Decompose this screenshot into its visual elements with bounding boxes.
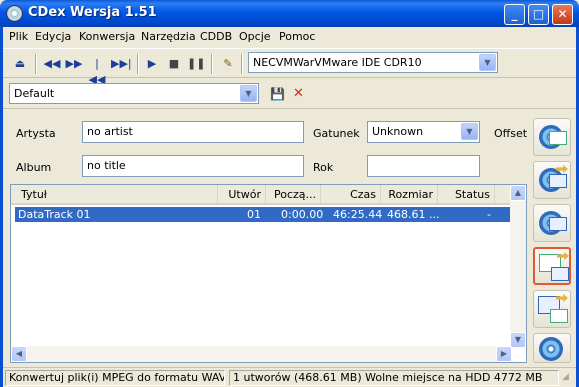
wave-icon (550, 309, 568, 323)
table-row[interactable]: DataTrack 01 01 0:00.00 46:25.44 468.61 … (15, 207, 511, 222)
drive-select-value: NECVMWarVMware IDE CDR10 (253, 56, 422, 69)
column-time[interactable]: Czas (321, 185, 381, 205)
column-start[interactable]: Począ... (266, 185, 321, 205)
scroll-left-icon[interactable]: ◀ (11, 346, 27, 362)
horizontal-scrollbar[interactable]: ◀ ▶ (11, 346, 512, 362)
menu-pomoc[interactable]: Pomoc (279, 30, 315, 43)
column-title[interactable]: Tytuł (11, 185, 218, 205)
previous-track-icon[interactable]: |◀◀ (87, 56, 107, 86)
track-list[interactable]: Tytuł Utwór Począ... Czas Rozmiar Status… (10, 184, 527, 363)
toolbar-separator (241, 54, 243, 74)
profile-select-value: Default (14, 87, 55, 100)
album-value: no title (87, 159, 126, 172)
chevron-down-icon[interactable]: ▼ (461, 123, 478, 140)
cd-app-icon (6, 5, 23, 22)
scroll-right-icon[interactable]: ▶ (496, 346, 512, 362)
window-title: CDex Wersja 1.51 (28, 5, 157, 20)
row-track: 01 (247, 208, 261, 221)
row-start: 0:00.00 (281, 208, 324, 221)
status-hint: Konwertuj plik(i) MPEG do formatu WAV (5, 370, 225, 386)
wave-icon (549, 174, 567, 188)
extract-tracks-to-compressed-icon[interactable] (533, 161, 571, 199)
record-analog-icon[interactable] (533, 333, 571, 363)
row-size: 468.61 ... (387, 208, 440, 221)
chevron-down-icon[interactable]: ▼ (479, 54, 496, 71)
year-field[interactable] (367, 155, 480, 177)
toolbar-separator (35, 54, 37, 74)
rewind-icon[interactable]: ◀◀ (43, 56, 61, 72)
delete-profile-icon[interactable]: ✕ (293, 86, 307, 102)
stop-icon[interactable]: ■ (165, 56, 183, 72)
extract-tracks-to-wav-icon[interactable] (533, 118, 571, 156)
artist-label: Artysta (16, 127, 56, 140)
drive-select[interactable]: NECVMWarVMware IDE CDR10 ▼ (248, 52, 498, 73)
menu-bar: Plik Edycja Konwersja Narzędzia CDDB Opc… (3, 27, 576, 47)
menu-plik[interactable]: Plik (9, 30, 28, 43)
row-time: 46:25.44 (333, 208, 383, 221)
play-icon[interactable]: ▶ (143, 56, 161, 72)
menu-konwersja[interactable]: Konwersja (79, 30, 135, 43)
column-size[interactable]: Rozmiar (381, 185, 438, 205)
wave-icon (551, 267, 569, 281)
track-list-header: Tytuł Utwór Począ... Czas Rozmiar Status (11, 185, 512, 205)
column-status[interactable]: Status (438, 185, 495, 205)
scroll-up-icon[interactable]: ▲ (510, 185, 526, 201)
status-summary: 1 utworów (468.61 MB) Wolne miejsce na H… (229, 370, 559, 386)
profile-select[interactable]: Default ▼ (9, 83, 259, 104)
wave-icon (549, 217, 567, 231)
year-label: Rok (313, 161, 334, 174)
forward-icon[interactable]: ▶▶ (65, 56, 83, 72)
save-profile-icon[interactable]: 💾 (270, 86, 286, 102)
genre-value: Unknown (372, 125, 424, 138)
offset-label: Offset u (494, 127, 528, 140)
status-bar: Konwertuj plik(i) MPEG do formatu WAV 1 … (3, 367, 576, 387)
genre-select[interactable]: Unknown ▼ (367, 121, 480, 143)
menu-edycja[interactable]: Edycja (35, 30, 71, 43)
menu-cddb[interactable]: CDDB (200, 30, 232, 43)
column-track[interactable]: Utwór (218, 185, 266, 205)
wave-icon (549, 131, 567, 145)
next-track-icon[interactable]: ▶▶| (111, 56, 132, 72)
scroll-down-icon[interactable]: ▼ (510, 332, 526, 348)
toolbar-separator (137, 54, 139, 74)
minimize-button[interactable]: _ (504, 4, 525, 25)
resize-grip-icon[interactable]: ◢ (562, 372, 574, 384)
close-button[interactable]: ✕ (552, 4, 573, 25)
row-title: DataTrack 01 (18, 208, 91, 221)
cd-info-icon[interactable]: ✎ (219, 56, 237, 72)
vertical-scrollbar[interactable]: ▲ ▼ (510, 185, 526, 348)
genre-label: Gatunek (313, 127, 360, 140)
album-field[interactable]: no title (82, 155, 304, 177)
album-label: Album (16, 161, 52, 174)
eject-icon[interactable]: ⏏ (11, 56, 29, 72)
cd-icon (539, 337, 563, 361)
menu-opcje[interactable]: Opcje (239, 30, 271, 43)
maximize-button[interactable]: □ (528, 4, 549, 25)
menu-narzedzia[interactable]: Narzędzia (141, 30, 196, 43)
row-status: - (487, 208, 491, 221)
extract-partial-track-icon[interactable] (533, 204, 571, 242)
artist-field[interactable]: no artist (82, 121, 304, 143)
pause-icon[interactable]: ❚❚ (187, 56, 205, 72)
title-bar[interactable]: CDex Wersja 1.51 _ □ ✕ (0, 0, 579, 27)
artist-value: no artist (87, 125, 133, 138)
convert-compressed-to-wav-icon[interactable] (533, 290, 571, 328)
toolbar-separator (211, 54, 213, 74)
convert-wav-to-compressed-icon[interactable] (533, 247, 571, 285)
chevron-down-icon[interactable]: ▼ (240, 85, 257, 102)
